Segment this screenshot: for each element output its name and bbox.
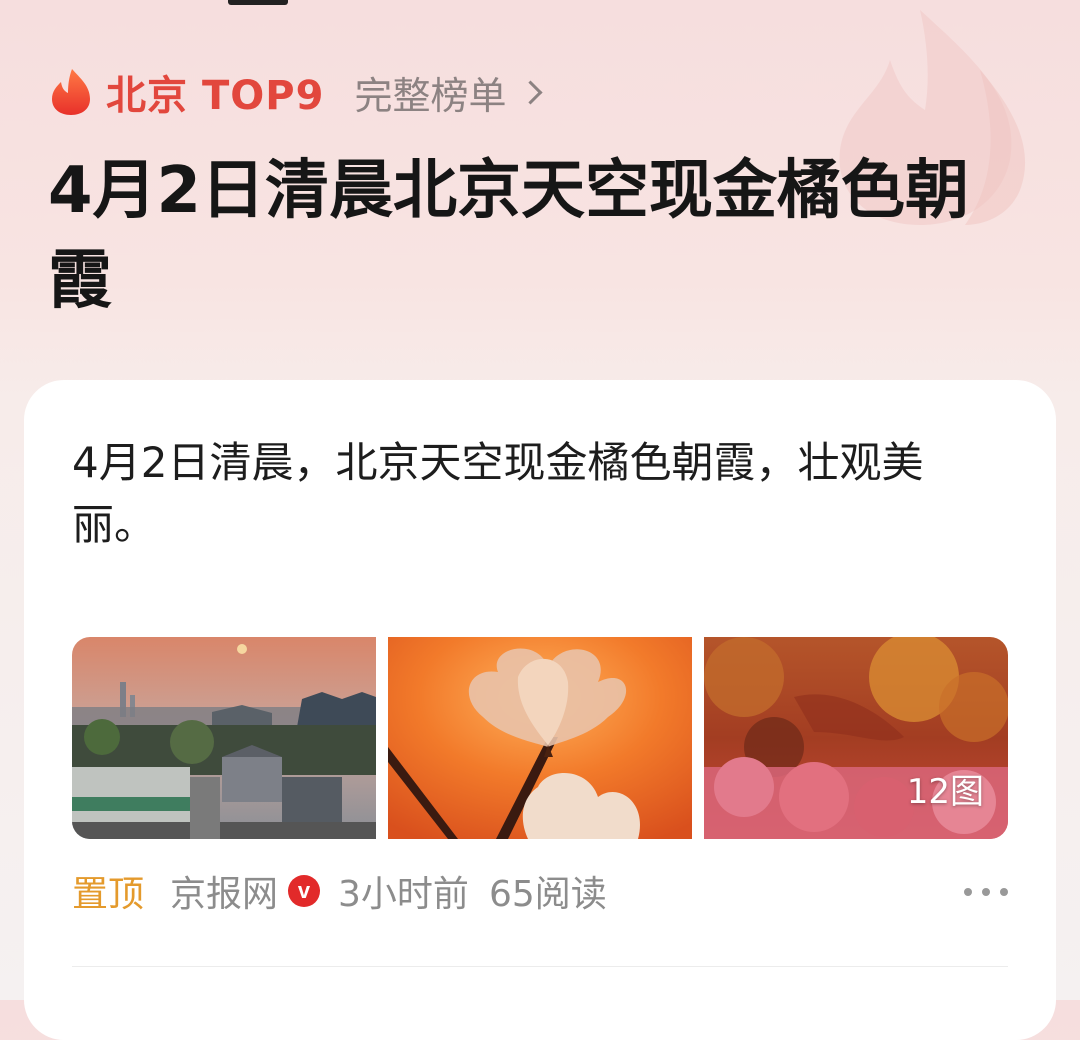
post-time: 3小时前: [338, 874, 469, 915]
source-name[interactable]: 京报网: [170, 865, 278, 917]
more-dot: [964, 888, 972, 896]
photo-grid[interactable]: 12图: [72, 637, 1008, 839]
more-dot: [982, 888, 990, 896]
rank-label: TOP9: [202, 73, 325, 119]
photo-thumbnail-park[interactable]: 12图: [704, 637, 1008, 839]
post-card[interactable]: 4月2日清晨，北京天空现金橘色朝霞，壮观美丽。 12图 置顶 京报网 v 3小时…: [24, 380, 1056, 1040]
more-icon[interactable]: [964, 872, 1008, 912]
fire-icon: [52, 69, 90, 115]
city-label: 北京: [106, 73, 188, 119]
full-list-link[interactable]: 完整榜单: [354, 65, 543, 120]
hot-list-header[interactable]: 北京 TOP9 完整榜单: [50, 62, 543, 122]
active-tab-indicator: [228, 0, 288, 5]
verified-icon: v: [288, 875, 321, 907]
photo-count-badge: 12图: [906, 772, 984, 812]
post-text[interactable]: 4月2日清晨，北京天空现金橘色朝霞，壮观美丽。: [72, 432, 992, 556]
read-count: 65阅读: [488, 874, 607, 915]
chevron-right-icon: [518, 79, 543, 105]
pinned-tag: 置顶: [72, 874, 145, 915]
full-list-label: 完整榜单: [354, 73, 507, 118]
post-meta: 置顶 京报网 v 3小时前 65阅读: [72, 866, 1008, 916]
photo-thumbnail-magnolia[interactable]: [388, 637, 692, 839]
hot-rank-label: 北京 TOP9: [106, 63, 324, 121]
more-dot: [1000, 888, 1008, 896]
photo-thumbnail-city[interactable]: [72, 637, 376, 839]
divider: [72, 966, 1008, 967]
page-title: 4月2日清晨北京天空现金橘色朝霞: [48, 154, 970, 318]
